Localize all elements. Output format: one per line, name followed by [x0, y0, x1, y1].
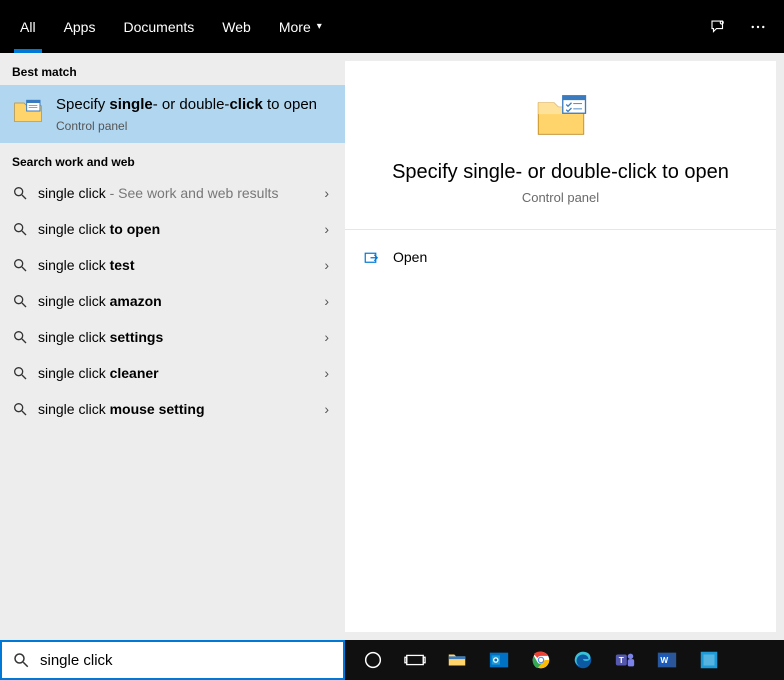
chevron-right-icon: › — [320, 293, 333, 309]
taskbar-chrome[interactable] — [521, 640, 561, 680]
tab-all[interactable]: All — [6, 0, 50, 53]
preview-title: Specify single- or double-click to open — [392, 161, 729, 184]
tab-more[interactable]: More ▾ — [265, 0, 336, 53]
suggestion-text: single click to open — [38, 221, 320, 237]
best-match-header: Best match — [0, 53, 345, 85]
search-filter-tabs: All Apps Documents Web More ▾ — [0, 0, 784, 53]
chevron-right-icon: › — [320, 221, 333, 237]
tab-label: More — [279, 19, 311, 35]
chevron-right-icon: › — [320, 257, 333, 273]
preview-subtitle: Control panel — [522, 190, 599, 205]
best-match-result[interactable]: Specify single- or double-click to open … — [0, 85, 345, 143]
best-match-subtitle: Control panel — [56, 119, 317, 133]
suggestion-text: single click settings — [38, 329, 320, 345]
work-web-header: Search work and web — [0, 143, 345, 175]
more-options-icon[interactable] — [738, 0, 778, 53]
results-panel: Best match Specify single- or double-cli… — [0, 53, 345, 640]
tab-apps[interactable]: Apps — [50, 0, 110, 53]
best-match-title: Specify single- or double-click to open — [56, 95, 317, 115]
search-icon — [12, 651, 30, 669]
taskbar-word[interactable]: W — [647, 640, 687, 680]
suggestion-item[interactable]: single click amazon› — [0, 283, 345, 319]
tab-label: Web — [222, 19, 251, 35]
taskbar: T W — [345, 640, 784, 680]
control-panel-folder-icon — [12, 95, 44, 127]
tab-documents[interactable]: Documents — [109, 0, 208, 53]
chevron-right-icon: › — [320, 365, 333, 381]
suggestion-text: single click - See work and web results — [38, 185, 320, 201]
taskbar-file-explorer[interactable] — [437, 640, 477, 680]
search-box[interactable] — [0, 640, 345, 680]
suggestions-list: single click - See work and web results›… — [0, 175, 345, 427]
tab-label: All — [20, 19, 36, 35]
taskbar-teams[interactable]: T — [605, 640, 645, 680]
svg-text:W: W — [660, 656, 668, 665]
suggestion-text: single click mouse setting — [38, 401, 320, 417]
preview-folder-icon — [533, 87, 589, 143]
tab-web[interactable]: Web — [208, 0, 265, 53]
search-input[interactable] — [40, 652, 333, 669]
open-label: Open — [393, 249, 427, 265]
svg-text:T: T — [619, 656, 624, 665]
open-action[interactable]: Open — [345, 238, 776, 276]
taskbar-edge[interactable] — [563, 640, 603, 680]
taskbar-cortana[interactable] — [353, 640, 393, 680]
suggestion-text: single click amazon — [38, 293, 320, 309]
suggestion-text: single click test — [38, 257, 320, 273]
suggestion-item[interactable]: single click - See work and web results› — [0, 175, 345, 211]
taskbar-outlook[interactable] — [479, 640, 519, 680]
chevron-right-icon: › — [320, 401, 333, 417]
taskbar-task-view[interactable] — [395, 640, 435, 680]
taskbar-app[interactable] — [689, 640, 729, 680]
chevron-right-icon: › — [320, 329, 333, 345]
suggestion-item[interactable]: single click cleaner› — [0, 355, 345, 391]
chevron-down-icon: ▾ — [317, 21, 322, 32]
suggestion-item[interactable]: single click mouse setting› — [0, 391, 345, 427]
suggestion-text: single click cleaner — [38, 365, 320, 381]
open-icon — [363, 248, 381, 266]
suggestion-item[interactable]: single click test› — [0, 247, 345, 283]
chevron-right-icon: › — [320, 185, 333, 201]
tab-label: Documents — [123, 19, 194, 35]
feedback-icon[interactable] — [698, 0, 738, 53]
suggestion-item[interactable]: single click settings› — [0, 319, 345, 355]
tab-label: Apps — [64, 19, 96, 35]
suggestion-item[interactable]: single click to open› — [0, 211, 345, 247]
preview-panel: Specify single- or double-click to open … — [345, 61, 776, 632]
